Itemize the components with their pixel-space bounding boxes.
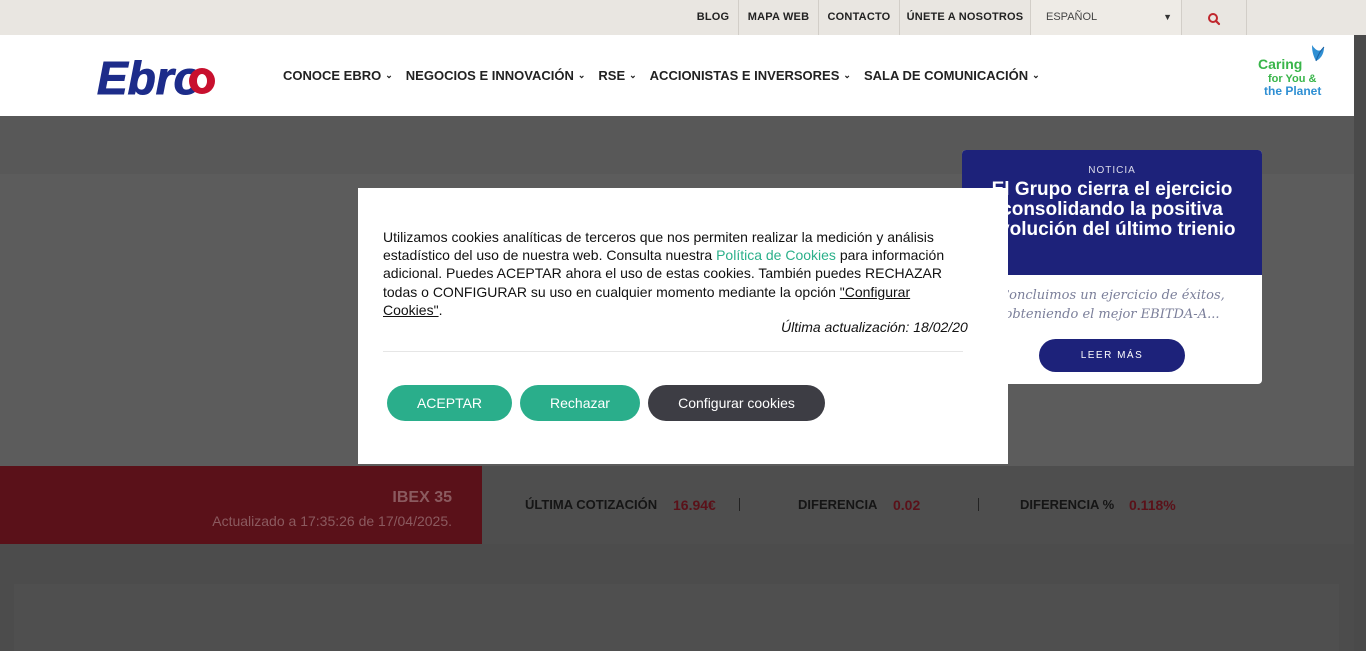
- chevron-down-icon: ⌄: [629, 70, 637, 80]
- sitemap-link[interactable]: MAPA WEB: [739, 0, 818, 35]
- stock-updated-time: Actualizado a 17:35:26 de 17/04/2025.: [212, 513, 452, 529]
- divider: [383, 351, 963, 352]
- blog-link[interactable]: BLOG: [688, 0, 738, 35]
- nav-rse[interactable]: RSE ⌄: [598, 68, 636, 83]
- top-utility-bar: BLOG MAPA WEB CONTACTO ÚNETE A NOSOTROS …: [0, 0, 1366, 35]
- join-us-link[interactable]: ÚNETE A NOSOTROS: [900, 0, 1030, 35]
- svg-text:Ebro: Ebro: [97, 52, 202, 104]
- news-title: El Grupo cierra el ejercicio consolidand…: [988, 179, 1236, 240]
- cookie-text-part: .: [438, 301, 443, 318]
- stock-quote-panel: ÚLTIMA COTIZACIÓN 16.94€ DIFERENCIA 0.02…: [482, 466, 1354, 544]
- site-header: Ebro CONOCE EBRO ⌄ NEGOCIOS E INNOVACIÓN ⌄…: [0, 35, 1354, 116]
- nav-label: ACCIONISTAS E INVERSORES: [649, 68, 840, 83]
- nav-label: CONOCE EBRO: [283, 68, 382, 83]
- cookie-text: Utilizamos cookies analíticas de tercero…: [383, 228, 968, 319]
- difference-percent-label: DIFERENCIA %: [1020, 497, 1115, 512]
- last-price-label: ÚLTIMA COTIZACIÓN: [525, 497, 658, 512]
- chevron-down-icon: ⌄: [577, 70, 586, 80]
- nav-label: RSE: [598, 68, 626, 83]
- language-select[interactable]: ESPAÑOL ▼: [1031, 0, 1182, 35]
- search-button[interactable]: [1182, 0, 1247, 35]
- svg-text:Caring: Caring: [1258, 56, 1302, 72]
- search-icon: [1208, 13, 1221, 26]
- cookie-policy-link[interactable]: Política de Cookies: [716, 247, 836, 263]
- chevron-down-icon: ⌄: [1032, 70, 1040, 80]
- cookie-last-updated: Última actualización: 18/02/20: [781, 319, 968, 335]
- nav-sala-comunicacion[interactable]: SALA DE COMUNICACIÓN ⌄: [864, 68, 1040, 83]
- caring-for-you-planet-logo[interactable]: Caring for You & the Planet: [1254, 43, 1334, 101]
- ebro-logo[interactable]: Ebro: [95, 48, 225, 105]
- divider: [978, 498, 979, 511]
- content-area: [0, 544, 1354, 651]
- difference-label: DIFERENCIA: [798, 497, 878, 512]
- stock-index-panel: IBEX 35 Actualizado a 17:35:26 de 17/04/…: [0, 466, 491, 544]
- main-navigation: CONOCE EBRO ⌄ NEGOCIOS E INNOVACIÓN ⌄ RSE ⌄…: [283, 35, 1053, 116]
- last-price-value: 16.94€: [673, 497, 716, 513]
- contact-link[interactable]: CONTACTO: [819, 0, 899, 35]
- page-scrollbar[interactable]: [1354, 35, 1366, 651]
- nav-negocios-innovacion[interactable]: NEGOCIOS E INNOVACIÓN ⌄: [406, 68, 586, 83]
- nav-label: NEGOCIOS E INNOVACIÓN: [405, 68, 574, 83]
- divider: [1246, 0, 1247, 35]
- svg-text:the Planet: the Planet: [1264, 84, 1321, 98]
- read-more-button[interactable]: LEER MÁS: [1039, 339, 1185, 372]
- nav-label: SALA DE COMUNICACIÓN: [863, 68, 1029, 83]
- nav-accionistas-inversores[interactable]: ACCIONISTAS E INVERSORES ⌄: [650, 68, 851, 83]
- content-card: [14, 584, 1339, 651]
- stock-index-name: IBEX 35: [392, 489, 452, 506]
- difference-percent-value: 0.118%: [1129, 497, 1176, 513]
- language-select-value: ESPAÑOL: [1046, 11, 1098, 23]
- chevron-down-icon: ⌄: [385, 70, 393, 80]
- nav-conoce-ebro[interactable]: CONOCE EBRO ⌄: [283, 68, 393, 83]
- news-excerpt: Concluimos un ejercicio de éxitos, obten…: [999, 288, 1225, 322]
- news-kicker: NOTICIA: [1088, 165, 1136, 176]
- chevron-down-icon: ⌄: [843, 70, 851, 80]
- reject-cookies-button[interactable]: Rechazar: [520, 385, 640, 421]
- difference-value: 0.02: [893, 497, 921, 513]
- accept-cookies-button[interactable]: ACEPTAR: [387, 385, 512, 421]
- cookie-consent-modal: Utilizamos cookies analíticas de tercero…: [358, 188, 1008, 464]
- configure-cookies-button[interactable]: Configurar cookies: [648, 385, 825, 421]
- caret-down-icon: ▼: [1163, 12, 1172, 22]
- divider: [739, 498, 740, 511]
